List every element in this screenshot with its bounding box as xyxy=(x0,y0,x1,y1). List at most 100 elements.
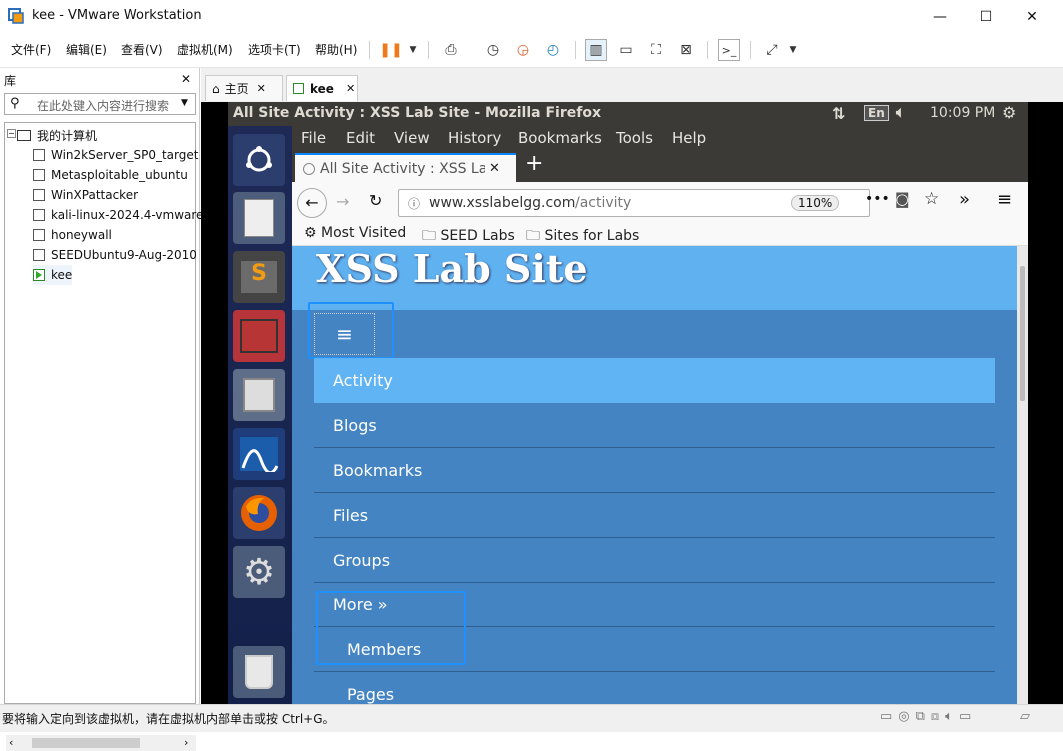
url-path[interactable]: /activity xyxy=(575,195,631,211)
vm-console[interactable]: All Site Activity : XSS Lab Site - Mozil… xyxy=(201,102,1063,704)
menu-bookmarks[interactable]: Bookmarks xyxy=(518,129,602,147)
url-bar[interactable]: ⓘ www.xsslabelgg.com /activity 110% xyxy=(398,189,870,217)
chevron-down-icon[interactable]: ▼ xyxy=(402,39,424,61)
menu-help[interactable]: 帮助(H) xyxy=(315,41,357,58)
url-domain[interactable]: www.xsslabelgg.com xyxy=(429,195,575,211)
collapse-icon[interactable]: − xyxy=(7,129,16,138)
menu-help[interactable]: Help xyxy=(672,129,706,147)
settings-icon[interactable]: ⚙ xyxy=(233,546,285,598)
nav-item-bookmarks[interactable]: Bookmarks xyxy=(314,448,995,493)
more-icon[interactable]: ••• xyxy=(865,191,890,207)
tree-item[interactable]: WinXPattacker xyxy=(33,185,138,205)
keyboard-lang[interactable]: En xyxy=(864,105,889,121)
tree-root[interactable]: − 我的计算机 xyxy=(7,125,97,145)
menu-file[interactable]: File xyxy=(301,129,326,147)
device-icons[interactable]: ▭◎⧉⧈🔈︎▭ xyxy=(880,709,977,724)
tab-home[interactable]: ⌂ 主页 ✕ xyxy=(205,75,283,101)
search-placeholder[interactable]: 在此处键入内容进行搜索 xyxy=(37,97,169,114)
send-keys-icon[interactable]: ⎙ xyxy=(440,39,462,61)
gear-icon: ⚙ xyxy=(304,225,322,241)
sublime-icon[interactable]: S xyxy=(233,251,285,303)
horizontal-scrollbar[interactable]: ‹ › xyxy=(6,735,196,751)
nav-subitem-pages[interactable]: Pages xyxy=(314,672,995,704)
file-manager-icon[interactable] xyxy=(233,369,285,421)
chevron-down-icon[interactable]: ▼ xyxy=(782,39,804,61)
zoom-indicator[interactable]: 110% xyxy=(791,195,840,211)
forward-button[interactable]: → xyxy=(336,192,349,211)
clock[interactable]: 10:09 PM xyxy=(930,105,995,121)
overflow-icon[interactable]: » xyxy=(959,189,970,210)
volume-icon[interactable]: 🔈︎ xyxy=(896,103,905,121)
pocket-icon[interactable]: ◙ xyxy=(895,190,910,208)
close-icon[interactable]: ✕ xyxy=(257,82,266,95)
tab-title: All Site Activity : XSS Lab xyxy=(320,160,485,177)
site-header: XSS Lab Site xyxy=(292,246,1028,310)
close-button[interactable]: ✕ xyxy=(1009,0,1055,33)
menu-history[interactable]: History xyxy=(448,129,501,147)
close-icon[interactable]: ✕ xyxy=(489,161,500,176)
scroll-thumb[interactable] xyxy=(1020,266,1025,401)
tree-item[interactable]: Win2kServer_SP0_target xyxy=(33,145,198,165)
library-view-icon[interactable]: ▥ xyxy=(585,39,607,61)
tree-item[interactable]: Metasploitable_ubuntu xyxy=(33,165,188,185)
menu-tools[interactable]: Tools xyxy=(616,129,653,147)
library-search[interactable]: ⚲ 在此处键入内容进行搜索 ▼ xyxy=(4,93,196,115)
network-icon[interactable]: ⇅ xyxy=(832,104,845,123)
trash-icon[interactable] xyxy=(233,646,285,698)
unity-icon[interactable]: ⊠ xyxy=(675,39,697,61)
text-editor-icon[interactable] xyxy=(233,192,285,244)
fullscreen-icon[interactable]: ⛶ xyxy=(645,39,667,61)
message-icon[interactable]: ▱ xyxy=(1020,709,1030,724)
library-close-icon[interactable]: ✕ xyxy=(181,72,191,86)
menu-edit[interactable]: Edit xyxy=(346,129,375,147)
menu-view[interactable]: 查看(V) xyxy=(121,41,163,58)
bookmark-most-visited[interactable]: ⚙ Most Visited xyxy=(304,225,406,241)
chevron-down-icon[interactable]: ▼ xyxy=(181,98,188,108)
reload-icon[interactable]: ↻ xyxy=(369,191,382,210)
thumbnail-view-icon[interactable]: ▭ xyxy=(615,39,637,61)
scroll-thumb[interactable] xyxy=(32,738,140,748)
computer-icon xyxy=(17,129,31,141)
revert-snapshot-icon[interactable]: ◶ xyxy=(512,39,534,61)
guest-screen[interactable]: All Site Activity : XSS Lab Site - Mozil… xyxy=(228,102,1028,704)
snapshot-icon[interactable]: ◷ xyxy=(482,39,504,61)
new-tab-icon[interactable]: + xyxy=(525,151,543,176)
star-icon[interactable]: ☆ xyxy=(924,189,939,209)
title-bar: kee - VMware Workstation — ☐ ✕ xyxy=(0,0,1063,33)
nav-item-activity[interactable]: Activity xyxy=(314,358,995,403)
firefox-icon[interactable] xyxy=(233,487,285,539)
tree-item[interactable]: kali-linux-2024.4-vmware xyxy=(33,205,203,225)
vertical-scrollbar[interactable] xyxy=(1017,246,1028,704)
tree-item[interactable]: honeywall xyxy=(33,225,112,245)
snapshot-manager-icon[interactable]: ◴ xyxy=(542,39,564,61)
menu-edit[interactable]: 编辑(E) xyxy=(66,41,107,58)
power-icon[interactable]: ⚙ xyxy=(1002,103,1016,122)
info-icon[interactable]: ⓘ xyxy=(408,195,420,212)
tab-kee[interactable]: kee ✕ xyxy=(286,75,358,101)
tree-item-selected[interactable]: kee xyxy=(33,265,73,285)
back-button[interactable]: ← xyxy=(297,188,327,218)
scroll-right-icon[interactable]: › xyxy=(184,736,188,749)
stretch-icon[interactable]: ⤢ xyxy=(761,39,783,61)
tree-item[interactable]: SEEDUbuntu9-Aug-2010 xyxy=(33,245,197,265)
browser-tab[interactable]: All Site Activity : XSS Lab ✕ xyxy=(295,153,516,182)
bookmark-label: Sites for Labs xyxy=(544,228,640,244)
site-title[interactable]: XSS Lab Site xyxy=(316,246,588,291)
pause-icon[interactable]: ❚❚ xyxy=(379,39,402,61)
close-icon[interactable]: ✕ xyxy=(346,82,355,95)
nav-item-files[interactable]: Files xyxy=(314,493,995,538)
console-view-icon[interactable]: >_ xyxy=(718,39,740,61)
dash-icon[interactable] xyxy=(233,134,285,186)
terminator-icon[interactable] xyxy=(233,310,285,362)
scroll-left-icon[interactable]: ‹ xyxy=(9,736,13,749)
maximize-button[interactable]: ☐ xyxy=(963,0,1009,33)
menu-view[interactable]: View xyxy=(394,129,430,147)
menu-file[interactable]: 文件(F) xyxy=(11,41,51,58)
wireshark-icon[interactable] xyxy=(233,428,285,480)
hamburger-menu-icon[interactable]: ≡ xyxy=(997,189,1012,210)
menu-vm[interactable]: 虚拟机(M) xyxy=(177,41,233,58)
minimize-button[interactable]: — xyxy=(917,0,963,33)
nav-item-blogs[interactable]: Blogs xyxy=(314,403,995,448)
menu-tabs[interactable]: 选项卡(T) xyxy=(248,41,301,58)
nav-item-groups[interactable]: Groups xyxy=(314,538,995,583)
